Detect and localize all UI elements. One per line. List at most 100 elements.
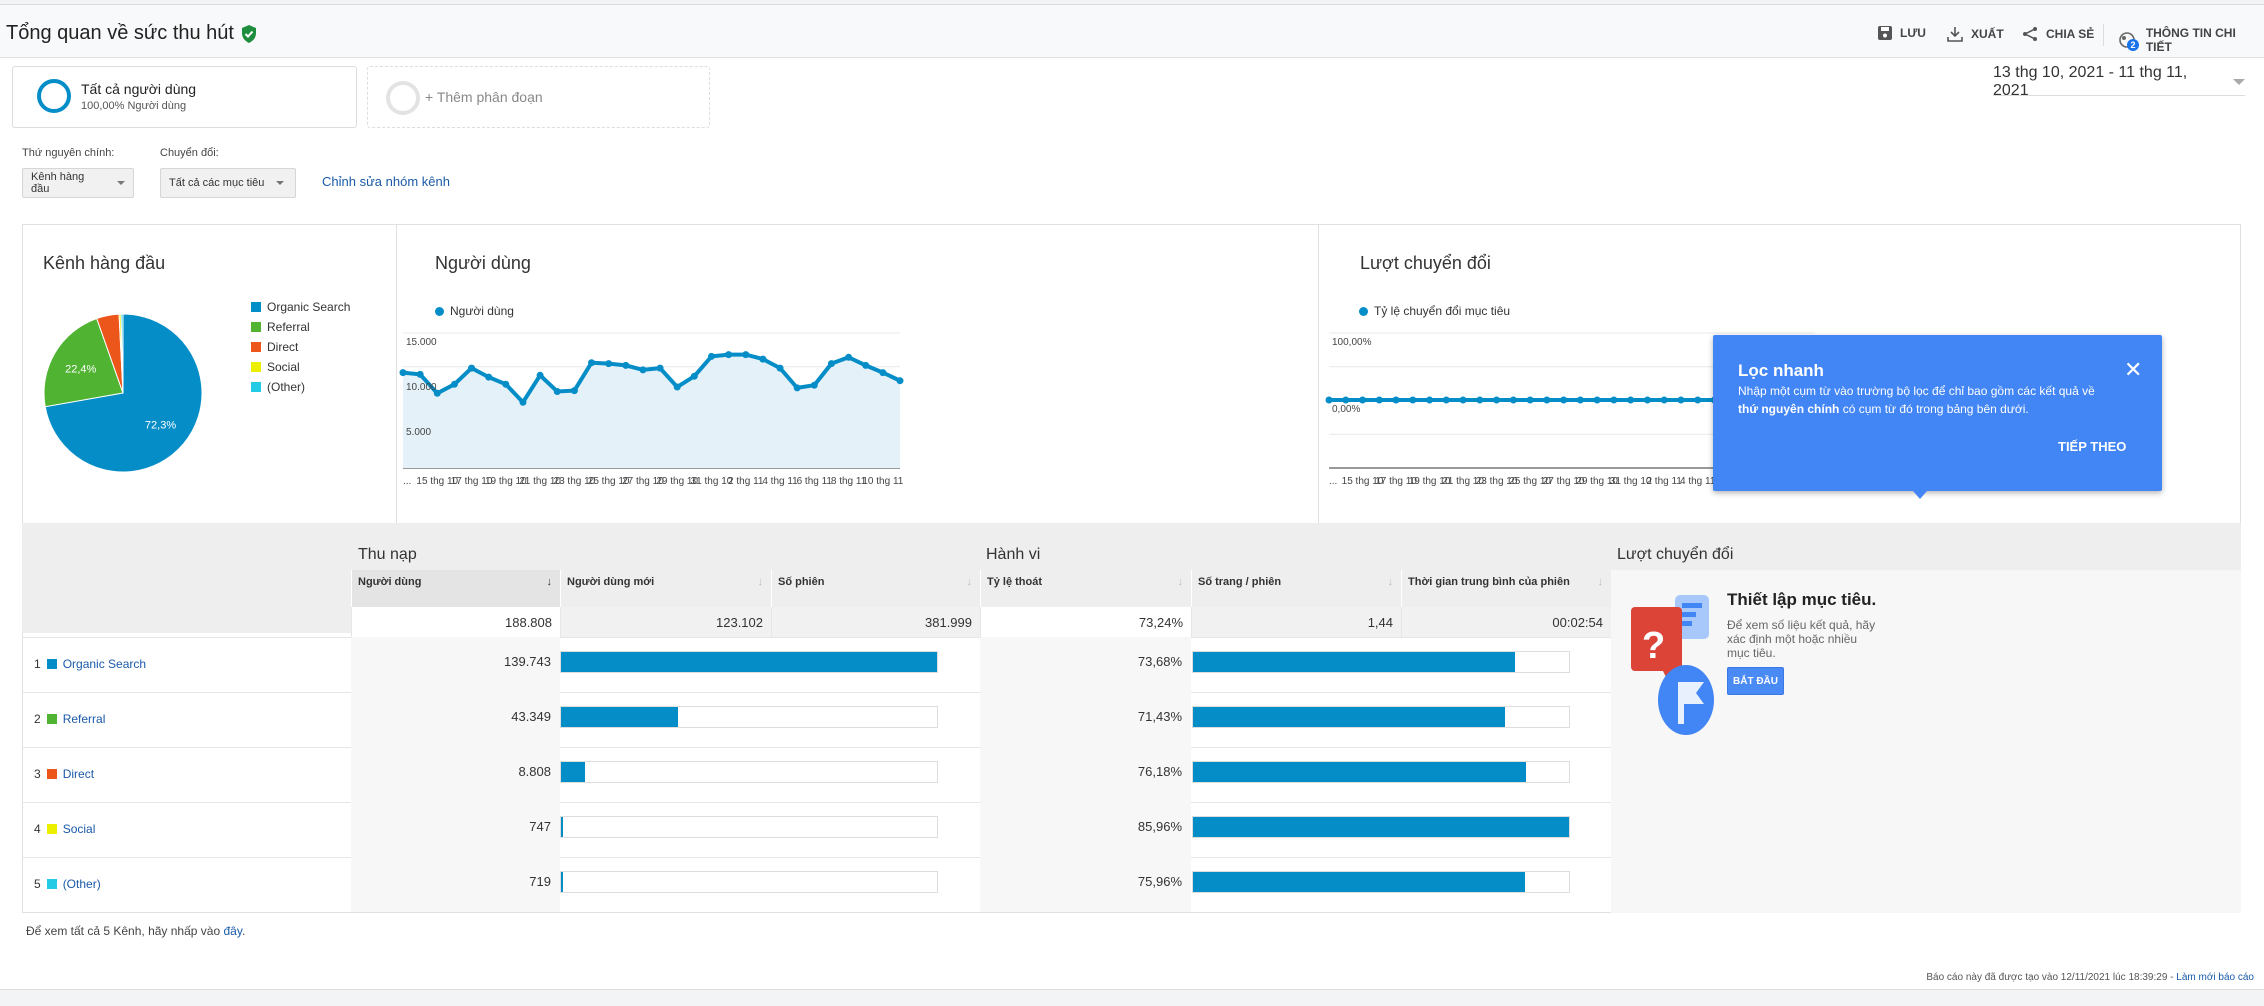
data-point xyxy=(570,387,578,395)
bounce-cell: 76,18% xyxy=(980,764,1182,784)
bounce-value: 76,18% xyxy=(1137,764,1182,779)
close-icon[interactable]: ✕ xyxy=(2124,359,2142,381)
data-point xyxy=(896,377,904,385)
data-point xyxy=(810,381,818,389)
data-point xyxy=(1509,396,1517,404)
users-bar-fill xyxy=(561,707,678,727)
refresh-report-link[interactable]: Làm mới báo cáo xyxy=(2176,972,2254,983)
channel-color-swatch xyxy=(46,714,57,724)
bounce-cell: 71,43% xyxy=(980,709,1182,729)
channel-link[interactable]: Social xyxy=(63,822,96,836)
channel-color-swatch xyxy=(46,769,57,779)
users-value: 719 xyxy=(529,874,551,889)
data-point xyxy=(588,359,596,367)
total-value: 73,24% xyxy=(1138,615,1183,630)
data-point xyxy=(725,351,733,359)
x-tick-label: 31 thg 10 xyxy=(691,476,733,487)
bounce-bar xyxy=(1192,761,1570,783)
data-point xyxy=(673,383,681,391)
bounce-bar-fill xyxy=(1193,817,1569,837)
column-header[interactable]: Người dùng mới ↓ xyxy=(560,570,771,607)
channel-link[interactable]: Organic Search xyxy=(63,657,146,671)
data-point xyxy=(656,364,664,372)
data-point xyxy=(485,373,493,381)
data-point xyxy=(1593,396,1601,404)
channel-link[interactable]: (Other) xyxy=(63,877,101,891)
users-cell: 8.808 xyxy=(351,764,551,784)
bounce-value: 71,43% xyxy=(1137,709,1182,724)
tooltip-text-part: Nhập một cụm từ vào trường bộ lọc để chỉ… xyxy=(1738,384,2095,398)
sort-arrow-icon: ↓ xyxy=(1177,576,1184,588)
column-header[interactable]: Tỷ lệ thoát ↓ xyxy=(980,570,1191,607)
x-tick-label: 2 thg 11 xyxy=(728,476,764,487)
data-point xyxy=(1493,396,1501,404)
sort-arrow-icon: ↓ xyxy=(546,576,553,588)
users-bar xyxy=(560,706,938,728)
bounce-bar-fill xyxy=(1193,707,1506,727)
data-point xyxy=(553,388,561,395)
data-point xyxy=(690,372,698,380)
channel-link[interactable]: Direct xyxy=(63,767,94,781)
data-point xyxy=(1359,396,1367,404)
data-point xyxy=(1325,396,1333,404)
bounce-cell: 75,96% xyxy=(980,874,1182,894)
report-timestamp: Báo cáo này đã được tạo vào 12/11/2021 l… xyxy=(1926,972,2254,983)
column-header[interactable]: Thời gian trung bình của phiên ↓ xyxy=(1401,570,1611,607)
row-channel: 5 (Other) xyxy=(34,874,334,894)
y-tick-label: 0,00% xyxy=(1332,404,1360,415)
group-acquisition: Thu nạp xyxy=(358,546,417,563)
start-goal-button[interactable]: BẮT ĐẦU xyxy=(1727,667,1784,695)
users-cell: 139.743 xyxy=(351,654,551,674)
bounce-bar-fill xyxy=(1193,652,1516,672)
channel-color-swatch xyxy=(46,659,57,669)
column-header[interactable]: Người dùng ↓ xyxy=(351,570,560,607)
x-tick-label: 6 thg 11 xyxy=(797,476,833,487)
row-channel: 4 Social xyxy=(34,819,334,839)
row-rank: 2 xyxy=(34,712,41,726)
column-label: Số trang / phiên xyxy=(1198,576,1282,588)
data-point xyxy=(1442,396,1450,404)
y-tick-label: 100,00% xyxy=(1332,337,1372,348)
tooltip-next-button[interactable]: TIẾP THEO xyxy=(2058,439,2126,454)
data-point xyxy=(793,384,801,392)
row-channel: 1 Organic Search xyxy=(34,654,334,674)
tooltip-text-bold: thứ nguyên chính xyxy=(1738,402,1840,416)
sort-arrow-icon: ↓ xyxy=(1387,576,1394,588)
sort-arrow-icon: ↓ xyxy=(757,576,764,588)
data-point xyxy=(605,360,613,368)
sort-arrow-icon: ↓ xyxy=(966,576,973,588)
bounce-bar xyxy=(1192,706,1570,728)
bounce-bar xyxy=(1192,651,1570,673)
users-bar xyxy=(560,651,938,673)
channel-link[interactable]: Referral xyxy=(63,712,106,726)
users-bar-fill xyxy=(561,652,937,672)
users-cell: 719 xyxy=(351,874,551,894)
data-point xyxy=(639,366,647,374)
total-cell: 73,24% xyxy=(980,607,1191,637)
row-channel: 3 Direct xyxy=(34,764,334,784)
quick-filter-tooltip: Lọc nhanh Nhập một cụm từ vào trường bộ … xyxy=(1713,335,2162,499)
total-value: 188.808 xyxy=(505,615,552,630)
group-conversions-cell: Lượt chuyển đổi xyxy=(1617,546,1817,566)
users-bar-fill xyxy=(561,872,563,892)
data-point xyxy=(1426,396,1434,404)
data-point xyxy=(502,380,510,388)
y-tick-label: 15.000 xyxy=(406,337,437,348)
users-bar xyxy=(560,816,938,838)
y-tick-label: 10.000 xyxy=(406,382,437,393)
data-point xyxy=(759,355,767,363)
row-rank: 3 xyxy=(34,767,41,781)
bounce-bar-fill xyxy=(1193,872,1526,892)
see-all-note: Để xem tất cả 5 Kênh, hãy nhấp vào đây. xyxy=(26,924,245,938)
svg-text:?: ? xyxy=(1642,625,1665,667)
data-point xyxy=(1560,396,1568,404)
bounce-bar xyxy=(1192,816,1570,838)
column-header[interactable]: Số phiên ↓ xyxy=(771,570,980,607)
column-header[interactable]: Số trang / phiên ↓ xyxy=(1191,570,1401,607)
data-point xyxy=(879,369,887,377)
x-tick-label: ... xyxy=(403,476,411,487)
pie-slice-label: 22,4% xyxy=(65,363,96,375)
see-all-link[interactable]: đây xyxy=(223,924,241,938)
users-bar xyxy=(560,871,938,893)
users-value: 747 xyxy=(529,819,551,834)
